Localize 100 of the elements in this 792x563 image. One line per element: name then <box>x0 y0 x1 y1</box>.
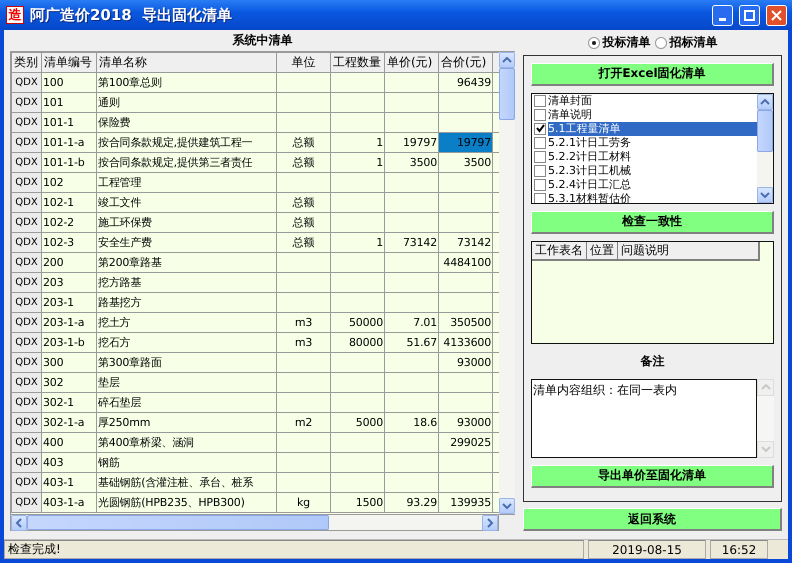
table-cell: m3 <box>276 312 330 332</box>
table-cell: 第300章路面 <box>96 352 276 372</box>
table-cell: 403-1-a <box>42 492 96 512</box>
table-cell <box>330 172 384 192</box>
table-cell: 400 <box>42 432 96 452</box>
sheet-item[interactable]: 5.2.2计日工材料 <box>548 150 631 164</box>
table-cell: 施工环保费 <box>96 212 276 232</box>
sheet-item[interactable]: 5.1工程量清单 <box>548 122 757 136</box>
table-cell: QDX <box>12 172 42 192</box>
open-excel-button[interactable]: 打开Excel固化清单 <box>531 62 774 86</box>
vertical-scrollbar[interactable] <box>499 52 515 514</box>
column-header[interactable]: 类别 <box>12 52 42 72</box>
table-cell <box>384 472 438 492</box>
table-cell: 总额 <box>276 192 330 212</box>
table-cell: 第200章路基 <box>96 252 276 272</box>
table-cell: 7.01 <box>384 312 438 332</box>
table-cell: 1500 <box>330 492 384 512</box>
table-cell: 403-1 <box>42 472 96 492</box>
table-cell <box>276 432 330 452</box>
table-cell: 总额 <box>276 232 330 252</box>
table-cell: 102 <box>42 172 96 192</box>
table-cell: 基础钢筋(含灌注桩、承台、桩系 <box>96 472 276 492</box>
radio-option[interactable]: 招标清单 <box>654 34 718 52</box>
table-cell <box>384 92 438 112</box>
checkbox[interactable] <box>534 150 546 163</box>
column-header[interactable]: 清单编号 <box>42 52 96 72</box>
status-message: 检查完成! <box>4 540 584 559</box>
minimize-button[interactable] <box>712 4 733 26</box>
table-cell <box>330 392 384 412</box>
sheet-item[interactable]: 5.2.4计日工汇总 <box>548 178 631 192</box>
table-cell: QDX <box>12 372 42 392</box>
column-header[interactable]: 合价(元) <box>438 52 492 72</box>
scroll-thumb[interactable] <box>27 515 329 530</box>
table-cell <box>330 72 384 92</box>
table-cell <box>384 252 438 272</box>
column-header[interactable]: 工作表名 <box>532 242 587 259</box>
column-header[interactable]: 问题说明 <box>618 242 758 259</box>
column-header[interactable]: 单位 <box>276 52 330 72</box>
table-cell <box>384 212 438 232</box>
table-cell: 18.6 <box>384 412 438 432</box>
column-header[interactable]: 单价(元) <box>384 52 438 72</box>
sheet-item[interactable]: 5.2.1计日工劳务 <box>548 136 631 150</box>
checkbox[interactable] <box>534 94 546 107</box>
table-cell <box>384 72 438 92</box>
horizontal-scrollbar[interactable] <box>10 515 499 531</box>
table-cell: QDX <box>12 232 42 252</box>
list-scrollbar[interactable] <box>757 94 773 203</box>
table-cell: 93000 <box>438 412 492 432</box>
table-cell: m2 <box>276 412 330 432</box>
column-header[interactable]: 清单名称 <box>96 52 276 72</box>
sheet-item[interactable]: 清单说明 <box>548 108 592 122</box>
table-cell: 按合同条款规定,提供建筑工程一 <box>96 132 276 152</box>
table-cell <box>276 352 330 372</box>
table-cell: QDX <box>12 392 42 412</box>
radio-option[interactable]: 投标清单 <box>588 34 650 52</box>
table-cell <box>384 272 438 292</box>
notes-field[interactable]: 清单内容组织：在同一表内 <box>531 378 757 458</box>
table-cell <box>330 272 384 292</box>
sheet-item[interactable]: 5.2.3计日工机械 <box>548 164 631 178</box>
table-cell <box>330 472 384 492</box>
check-consistency-button[interactable]: 检查一致性 <box>531 210 774 234</box>
checkbox[interactable] <box>534 122 546 135</box>
table-cell <box>276 172 330 192</box>
status-date: 2019-08-15 <box>588 540 706 559</box>
maximize-button[interactable] <box>739 4 760 26</box>
table-cell: QDX <box>12 432 42 452</box>
table-cell: QDX <box>12 72 42 92</box>
table-cell: 碎石垫层 <box>96 392 276 412</box>
maximize-icon <box>744 10 755 20</box>
table-cell <box>276 252 330 272</box>
table-cell: 350500 <box>438 312 492 332</box>
checkbox[interactable] <box>534 178 546 191</box>
table-cell <box>330 212 384 232</box>
table-cell: 203-1 <box>42 292 96 312</box>
table-cell <box>384 192 438 212</box>
checkbox[interactable] <box>534 108 546 121</box>
table-cell <box>330 432 384 452</box>
column-header[interactable]: 工程数量 <box>330 52 384 72</box>
sheet-item[interactable]: 清单封面 <box>548 94 592 108</box>
table-cell: 总额 <box>276 212 330 232</box>
scroll-thumb[interactable] <box>499 68 515 120</box>
table-cell: 73142 <box>384 232 438 252</box>
scroll-thumb[interactable] <box>757 110 773 152</box>
table-cell: QDX <box>12 132 42 152</box>
checkbox[interactable] <box>534 164 546 177</box>
table-cell <box>330 292 384 312</box>
window-title: 阿广造价2018 导出固化清单 <box>30 6 234 24</box>
column-header[interactable]: 位置 <box>587 242 618 259</box>
export-price-button[interactable]: 导出单价至固化清单 <box>531 464 774 488</box>
table-cell <box>330 352 384 372</box>
table-cell: 4133600 <box>438 332 492 352</box>
checkbox[interactable] <box>534 192 546 203</box>
table-cell: 厚250mm <box>96 412 276 432</box>
table-cell: 302-1-a <box>42 412 96 432</box>
return-button[interactable]: 返回系统 <box>523 508 782 531</box>
close-button[interactable] <box>766 4 787 26</box>
table-cell <box>330 192 384 212</box>
table-cell: 102-2 <box>42 212 96 232</box>
checkbox[interactable] <box>534 136 546 149</box>
table-cell <box>384 372 438 392</box>
